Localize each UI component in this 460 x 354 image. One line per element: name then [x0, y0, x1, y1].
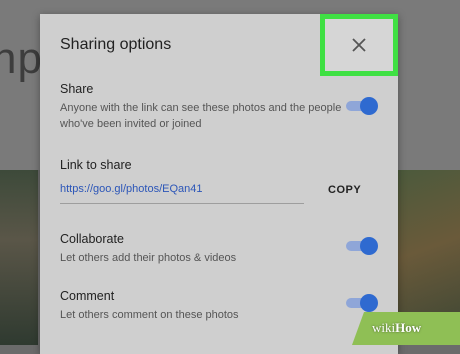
collaborate-title: Collaborate — [60, 232, 124, 246]
share-toggle[interactable] — [346, 97, 378, 115]
watermark-suffix: How — [395, 320, 422, 335]
dialog-title: Sharing options — [60, 36, 172, 53]
share-title: Share — [60, 82, 94, 96]
link-underline — [60, 203, 304, 204]
watermark-prefix: wiki — [372, 320, 396, 335]
share-section: Share Anyone with the link can see these… — [60, 82, 360, 132]
comment-title: Comment — [60, 289, 115, 303]
close-button-highlight — [320, 14, 398, 76]
collaborate-section: Collaborate Let others add their photos … — [60, 232, 360, 266]
comment-description: Let others comment on these photos — [60, 309, 239, 321]
toggle-knob — [360, 237, 378, 255]
background-photo — [0, 170, 38, 345]
toggle-knob — [360, 97, 378, 115]
comment-toggle[interactable] — [346, 294, 378, 312]
wikihow-watermark: wikiHow — [372, 320, 421, 336]
collaborate-description: Let others add their photos & videos — [60, 252, 237, 264]
close-icon — [352, 38, 366, 52]
toggle-knob — [360, 294, 378, 312]
close-button[interactable] — [325, 19, 393, 71]
share-description: Anyone with the link can see these photo… — [60, 102, 342, 130]
background-partial-text: np — [0, 34, 43, 83]
comment-section: Comment Let others comment on these phot… — [60, 289, 360, 323]
copy-button[interactable]: COPY — [328, 184, 361, 196]
share-link-url[interactable]: https://goo.gl/photos/EQan41 — [60, 183, 203, 195]
link-to-share-label: Link to share — [60, 158, 132, 172]
collaborate-toggle[interactable] — [346, 237, 378, 255]
